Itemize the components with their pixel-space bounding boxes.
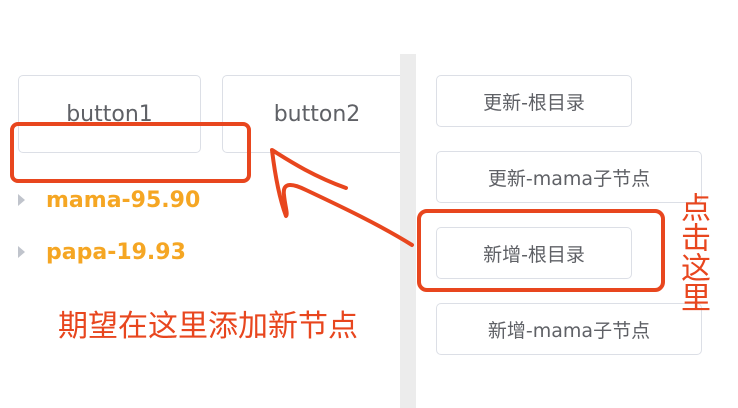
hope-annotation-text: 期望在这里添加新节点 [58, 309, 358, 344]
click-here-annotation-text: 点击这里 [675, 192, 710, 312]
annotation-arrow-icon [270, 148, 414, 247]
